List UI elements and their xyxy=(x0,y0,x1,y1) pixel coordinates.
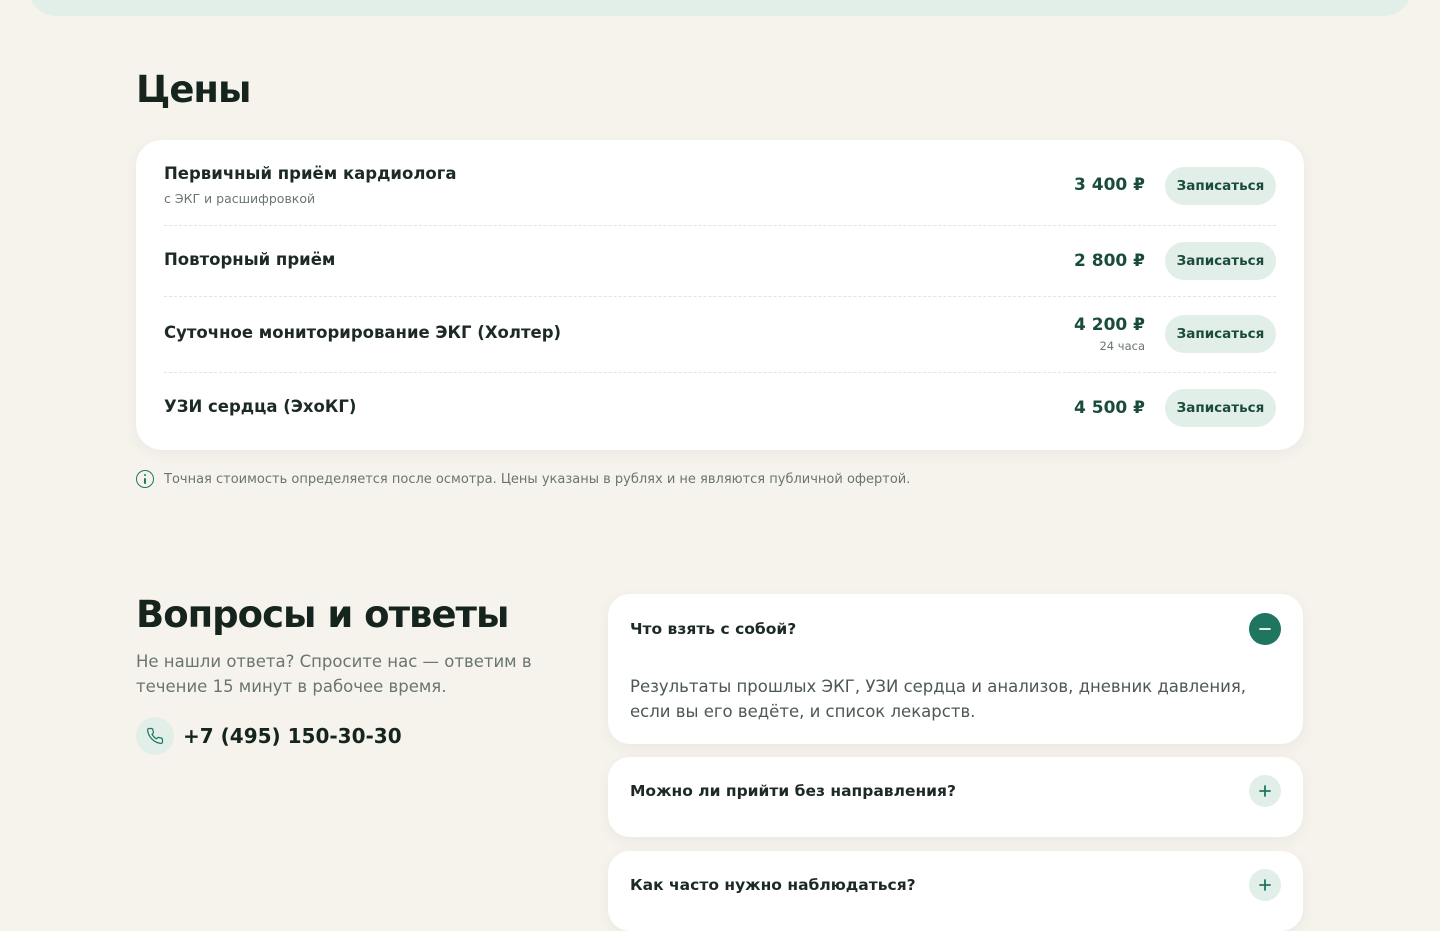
service-price: 4 500 ₽ xyxy=(1074,398,1145,418)
price-list: Первичный приём кардиолога с ЭКГ и расши… xyxy=(136,140,1304,450)
info-circle-icon xyxy=(136,470,154,488)
prices-title: Цены xyxy=(136,68,251,111)
top-section-band xyxy=(28,0,1412,16)
book-button[interactable]: Записаться xyxy=(1165,315,1276,353)
minus-icon[interactable] xyxy=(1249,613,1281,645)
book-button[interactable]: Записаться xyxy=(1165,389,1276,427)
faq-title: Вопросы и ответы xyxy=(136,593,509,636)
plus-icon[interactable] xyxy=(1249,869,1281,901)
phone-number[interactable]: +7 (495) 150-30-30 xyxy=(183,724,402,748)
service-name: Суточное мониторирование ЭКГ (Холтер) xyxy=(164,323,562,342)
faq-item: Как часто нужно наблюдаться? xyxy=(608,851,1303,931)
faq-answer: Результаты прошлых ЭКГ, УЗИ сердца и ана… xyxy=(630,677,1247,721)
price-row: Повторный приём 2 800 ₽ Записаться xyxy=(164,226,1276,297)
price-row: Суточное мониторирование ЭКГ (Холтер) 4 … xyxy=(164,297,1276,373)
service-name: УЗИ сердца (ЭхоКГ) xyxy=(164,397,357,416)
contact-phone[interactable]: +7 (495) 150-30-30 xyxy=(136,717,402,755)
service-name: Первичный приём кардиолога xyxy=(164,164,457,183)
plus-icon[interactable] xyxy=(1249,775,1281,807)
faq-question[interactable]: Что взять с собой? xyxy=(630,620,796,638)
service-note: с ЭКГ и расшифровкой xyxy=(164,191,316,206)
faq-subtitle: Не нашли ответа? Спросите нас — ответим … xyxy=(136,652,532,696)
price-row: УЗИ сердца (ЭхоКГ) 4 500 ₽ Записаться xyxy=(164,373,1276,450)
book-button[interactable]: Записаться xyxy=(1165,167,1276,205)
service-price: 4 200 ₽ xyxy=(1074,315,1145,335)
faq-question[interactable]: Как часто нужно наблюдаться? xyxy=(630,876,916,894)
service-price: 3 400 ₽ xyxy=(1074,175,1145,195)
service-name: Повторный приём xyxy=(164,250,336,269)
faq-item: Можно ли прийти без направления? xyxy=(608,757,1303,837)
service-price: 2 800 ₽ xyxy=(1074,251,1145,271)
phone-icon xyxy=(136,717,174,755)
service-duration: 24 часа xyxy=(1099,339,1145,353)
book-button[interactable]: Записаться xyxy=(1165,242,1276,280)
disclaimer-text: Точная стоимость определяется после осмо… xyxy=(164,471,911,487)
faq-item-expanded: Что взять с собой? Результаты прошлых ЭК… xyxy=(608,594,1303,744)
price-row: Первичный приём кардиолога с ЭКГ и расши… xyxy=(164,140,1276,226)
price-disclaimer: Точная стоимость определяется после осмо… xyxy=(136,470,910,488)
faq-question[interactable]: Можно ли прийти без направления? xyxy=(630,782,956,800)
